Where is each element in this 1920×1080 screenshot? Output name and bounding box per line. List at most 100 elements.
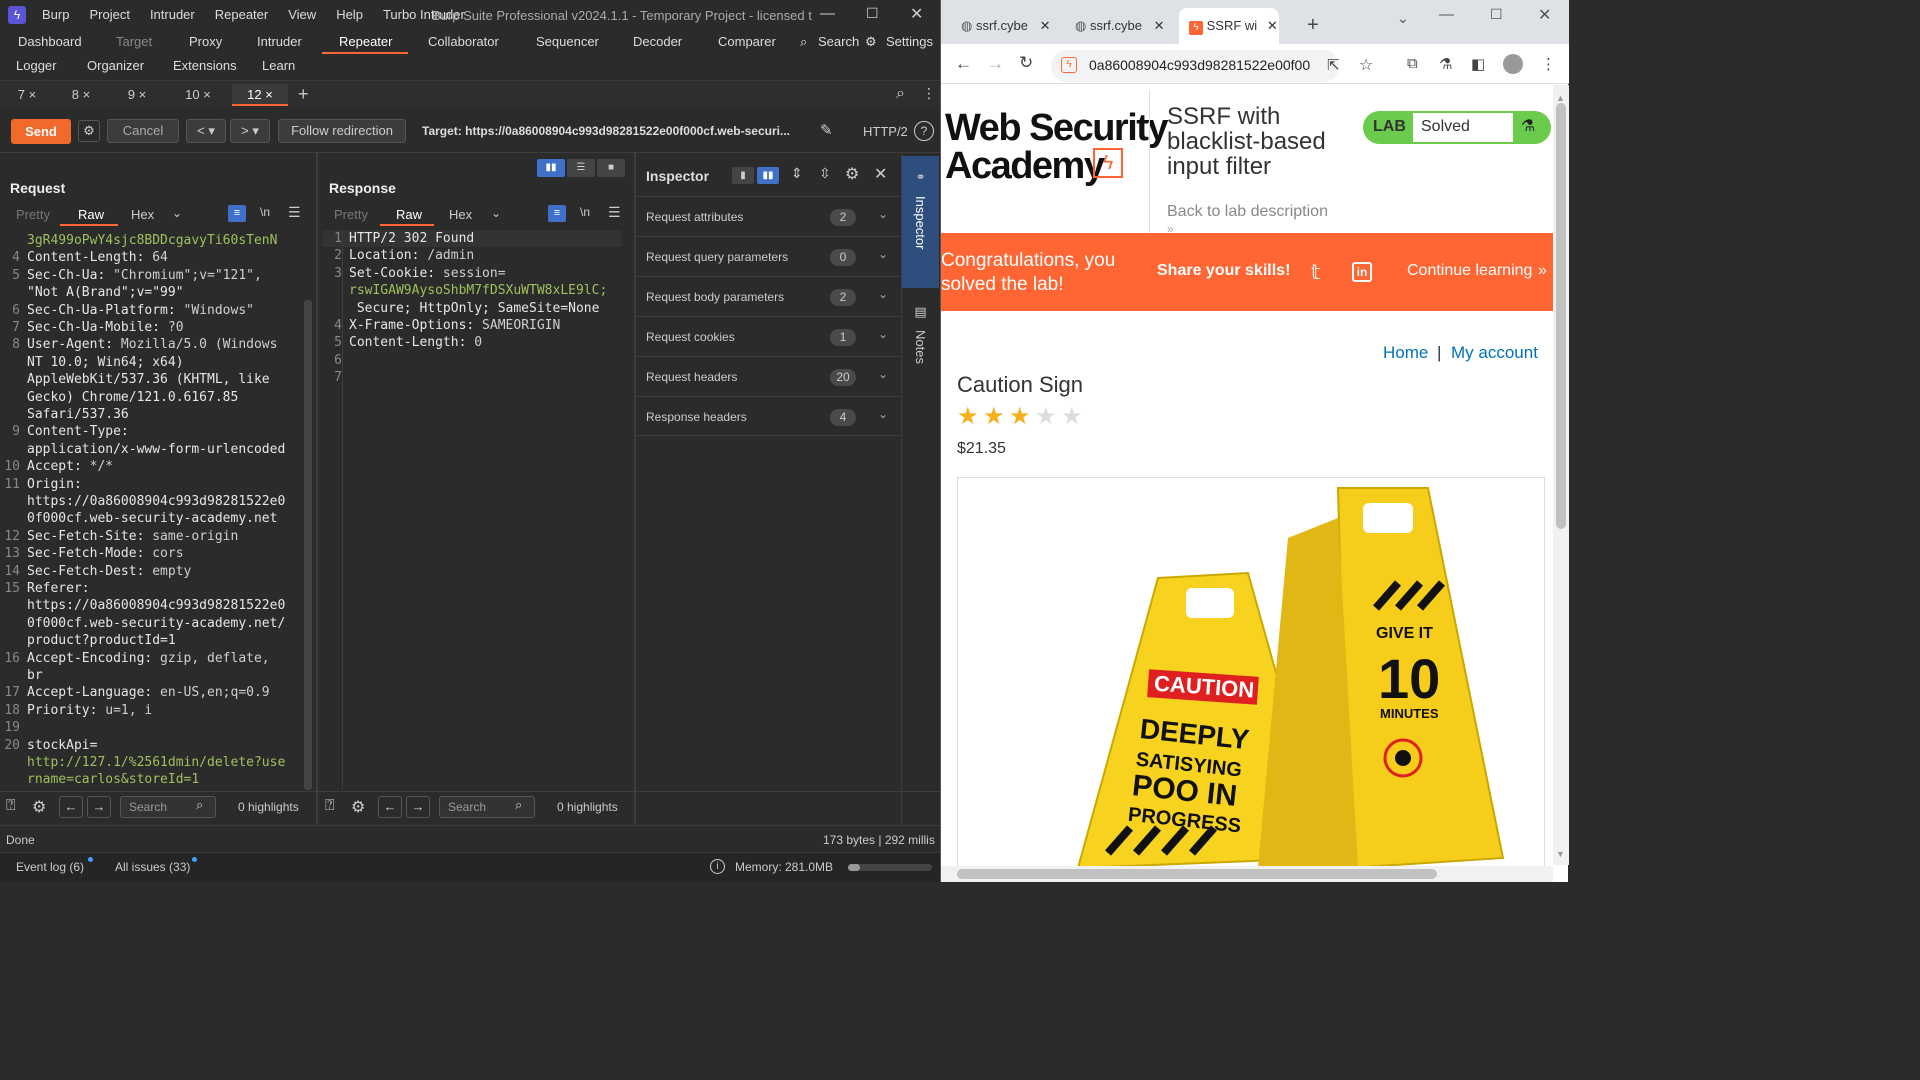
menu-help[interactable]: Help [326,7,373,22]
side-tab-notes[interactable]: ▤ Notes [902,300,939,390]
repeater-tab[interactable]: 7 × [8,84,46,106]
close-icon[interactable]: ✕ [1538,5,1551,25]
inspector-row[interactable]: Request cookies 1 ⌄ [636,316,900,356]
response-editor[interactable]: 1 HTTP/2 302 Found 2 Location: /admin 3 Set-C… [322,230,626,790]
profile-avatar[interactable] [1503,54,1523,74]
twitter-icon[interactable]: 𝕥 [1311,260,1320,285]
menu-icon[interactable]: ☰ [608,204,621,221]
my-account-link[interactable]: My account [1451,343,1538,363]
code-line[interactable]: http://127.1/%2561dmin/delete?use [0,754,304,771]
code-line[interactable]: "Not A(Brand";v="99" [0,284,304,301]
menu-burp[interactable]: Burp [32,7,79,22]
previous-match-button[interactable]: ← [59,796,83,818]
code-line[interactable]: https://0a86008904c993d98281522e0 [0,493,304,510]
code-line[interactable]: rname=carlos&storeId=1 [0,771,304,788]
code-line[interactable]: 0f000cf.web-security-academy.net [0,510,304,527]
view-hex-tab[interactable]: Hex [449,207,472,222]
continue-learning-link[interactable]: Continue learning [1407,262,1532,280]
linkedin-icon[interactable]: in [1352,262,1372,282]
inspector-row[interactable]: Request query parameters 0 ⌄ [636,236,900,276]
browser-tab[interactable]: ◍ ssrf.cybe ✕ [961,12,1057,40]
tab-organizer[interactable]: Organizer [87,58,144,73]
show-newlines-icon[interactable]: \n [260,205,270,219]
search-icon[interactable]: ⌕ [896,85,905,103]
tab-target[interactable]: Target [116,34,152,49]
gear-icon[interactable]: ⚙ [32,797,46,817]
send-button[interactable]: Send [11,119,71,144]
tab-dashboard[interactable]: Dashboard [18,34,82,49]
code-line[interactable]: NT 10.0; Win64; x64) [0,354,304,371]
tab-collaborator[interactable]: Collaborator [428,34,499,49]
view-pretty-tab[interactable]: Pretty [334,207,368,222]
menu-view[interactable]: View [278,7,326,22]
gear-icon[interactable]: ⚙ [865,34,877,50]
code-line[interactable]: 1 HTTP/2 302 Found [322,230,626,247]
word-wrap-icon[interactable]: ≡ [228,205,246,222]
share-icon[interactable]: ⇱ [1327,56,1340,74]
browser-tab-active[interactable]: ϟ SSRF wi ✕ [1189,12,1279,40]
sidebar-icon[interactable]: ◧ [1471,55,1485,73]
search-icon[interactable]: ⌕ [800,34,807,50]
code-line[interactable]: 16 Accept-Encoding: gzip, deflate, [0,650,304,667]
code-line[interactable]: Gecko) Chrome/121.0.6167.85 [0,389,304,406]
close-icon[interactable]: ✕ [874,164,887,184]
back-to-lab-link[interactable]: Back to lab description [1167,203,1328,221]
vertical-scrollbar[interactable]: ▲ ▼ [1553,85,1569,865]
previous-match-button[interactable]: ← [378,796,402,818]
all-issues-link[interactable]: All issues (33) [115,860,190,874]
target-url[interactable]: Target: https://0a86008904c993d98281522e… [422,124,814,138]
gear-icon[interactable]: ⚙ [351,797,365,817]
repeater-tab-active[interactable]: 12 × [232,84,288,106]
code-line[interactable]: 6 Sec-Ch-Ua-Platform: "Windows" [0,302,304,319]
request-editor[interactable]: 3gR499oPwY4sjc8BDDcgavyTi60sTenN 4 Content… [0,232,304,790]
tab-proxy[interactable]: Proxy [189,34,222,49]
chevron-down-icon[interactable]: ⌄ [1397,10,1409,27]
back-history-button[interactable]: < ▾ [186,119,226,143]
gear-icon[interactable]: ⚙ [845,164,859,184]
request-scrollbar[interactable] [304,300,312,790]
minimize-icon[interactable]: — [1439,6,1454,23]
code-line[interactable]: 7 Sec-Ch-Ua-Mobile: ?0 [0,319,304,336]
tab-settings[interactable]: Settings [886,34,933,49]
menu-icon[interactable]: ☰ [288,204,301,221]
lab-extension-icon[interactable]: ⚗ [1439,55,1452,73]
chevron-down-icon[interactable]: ⌄ [491,206,501,220]
code-line[interactable]: 6 [322,352,626,369]
maximize-icon[interactable]: ☐ [866,5,879,22]
tab-logger[interactable]: Logger [16,58,56,73]
code-line[interactable]: 15 Referer: [0,580,304,597]
horizontal-scrollbar[interactable] [941,866,1553,882]
code-line[interactable]: application/x-www-form-urlencoded [0,441,304,458]
tab-learn[interactable]: Learn [262,58,295,73]
tab-intruder[interactable]: Intruder [257,34,302,49]
site-info-icon[interactable]: ϟ [1061,57,1077,73]
tab-search[interactable]: Search [818,34,859,49]
info-icon[interactable]: i [710,859,725,874]
code-line[interactable]: AppleWebKit/537.36 (KHTML, like [0,371,304,388]
tab-sequencer[interactable]: Sequencer [536,34,599,49]
code-line[interactable]: 5 Content-Length: 0 [322,334,626,351]
code-line[interactable]: 19 [0,719,304,736]
code-line[interactable]: 11 Origin: [0,476,304,493]
side-tab-inspector[interactable]: ⚭ Inspector [902,156,939,288]
code-line[interactable]: Secure; HttpOnly; SameSite=None [322,300,626,317]
edit-target-icon[interactable]: ✎ [820,121,833,139]
code-line[interactable]: 2 Location: /admin [322,247,626,264]
view-raw-tab[interactable]: Raw [78,207,104,222]
gear-icon[interactable]: ⚙ [78,120,100,142]
code-line[interactable]: 13 Sec-Fetch-Mode: cors [0,545,304,562]
browser-tab[interactable]: ◍ ssrf.cybe ✕ [1075,12,1175,40]
inspector-row[interactable]: Request attributes 2 ⌄ [636,196,900,236]
inspector-layout-icon[interactable]: ▮▮ [757,167,779,184]
menu-repeater[interactable]: Repeater [205,7,278,22]
view-pretty-tab[interactable]: Pretty [16,207,50,222]
code-line[interactable]: 3gR499oPwY4sjc8BDDcgavyTi60sTenN [0,232,304,249]
code-line[interactable]: 20 stockApi= [0,737,304,754]
code-line[interactable]: 3 Set-Cookie: session= [322,265,626,282]
minimize-icon[interactable]: — [820,5,835,22]
tab-comparer[interactable]: Comparer [718,34,776,49]
bookmark-star-icon[interactable]: ☆ [1359,55,1373,75]
maximize-icon[interactable]: ☐ [1490,6,1503,23]
repeater-tab[interactable]: 9 × [118,84,156,106]
code-line[interactable]: 9 Content-Type: [0,423,304,440]
